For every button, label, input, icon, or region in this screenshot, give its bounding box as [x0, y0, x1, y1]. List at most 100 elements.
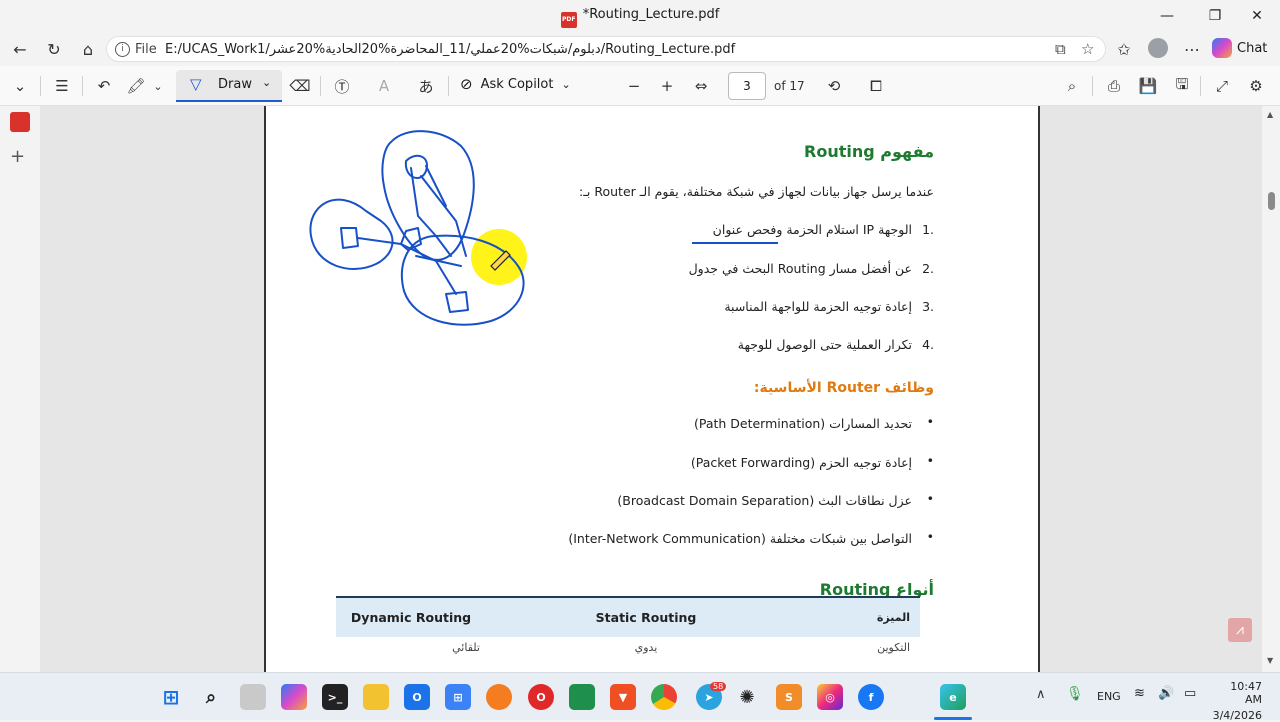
pdf-toolbar: ⌄ ☰ ↶ 🖍 ⌄ ▽ Draw ⌄ ⌫ Ⓣ A あ ⊘ Ask Copilot…: [0, 66, 1280, 106]
bullet-text: عزل نطاقات البث (Broadcast Domain Separa…: [617, 493, 912, 508]
favorite-star-icon[interactable]: ☆: [1081, 40, 1094, 58]
address-bar: ← ↻ ⌂ i File E:/UCAS_Work1/دبلوم/شبكات%2…: [0, 32, 1280, 66]
scroll-down-icon[interactable]: ▼: [1267, 656, 1273, 665]
url-box[interactable]: i File E:/UCAS_Work1/دبلوم/شبكات%20عملي/…: [106, 36, 1106, 62]
opera-icon[interactable]: O: [528, 684, 554, 710]
contents-icon[interactable]: ☰: [50, 75, 74, 97]
chevron-down-icon[interactable]: ⌄: [8, 75, 32, 97]
scroll-up-icon[interactable]: ▲: [1267, 110, 1273, 119]
pdf-viewer[interactable]: مفهوم Routing عندما يرسل جهاز بيانات لجه…: [40, 106, 1262, 672]
classroom-icon[interactable]: [569, 684, 595, 710]
clock[interactable]: 10:47 AM 3/4/2026: [1212, 680, 1262, 722]
profile-avatar[interactable]: [1146, 37, 1170, 59]
copilot-taskbar-icon[interactable]: [281, 684, 307, 710]
acrobat-icon[interactable]: ⩘: [1228, 618, 1252, 642]
copilot-chat-button[interactable]: Chat: [1212, 38, 1267, 58]
page-number-input[interactable]: 3: [728, 72, 766, 100]
language-indicator[interactable]: ENG: [1097, 690, 1121, 703]
draw-label: Draw: [218, 77, 252, 92]
draw-button[interactable]: ▽ Draw ⌄: [176, 70, 282, 102]
step-number: 1.: [922, 222, 934, 237]
clock-date: 3/4/2026: [1212, 709, 1262, 722]
wifi-icon[interactable]: ≋: [1134, 686, 1145, 701]
print-icon[interactable]: ⎙: [1102, 75, 1126, 97]
vertical-tab-sidebar: +: [0, 106, 40, 672]
pointer-highlight-circle: [471, 229, 527, 285]
chatgpt-icon[interactable]: ✺: [734, 684, 760, 710]
new-tab-plus-icon[interactable]: +: [10, 146, 25, 167]
copilot-dropdown-icon: ⌄: [561, 77, 571, 91]
step-text: تكرار العملية حتى الوصول للوجهة: [737, 337, 912, 352]
terminal-icon[interactable]: >_: [322, 684, 348, 710]
chat-label: Chat: [1237, 40, 1268, 56]
highlight-icon[interactable]: 🖍: [124, 75, 148, 97]
table-header-row: Dynamic Routing Static Routing الميزة: [336, 596, 920, 637]
maximize-button[interactable]: ❐: [1192, 0, 1238, 32]
sublime-icon[interactable]: S: [776, 684, 802, 710]
ink-drawing: [309, 130, 527, 326]
translate-icon[interactable]: あ: [414, 75, 438, 97]
scrollbar-thumb[interactable]: [1268, 192, 1275, 210]
close-button[interactable]: ✕: [1234, 0, 1280, 32]
draw-pen-icon: ▽: [190, 75, 202, 93]
vertical-scrollbar[interactable]: ▲ ▼: [1262, 106, 1280, 672]
file-explorer-icon[interactable]: [363, 684, 389, 710]
table-cell: تلقائي: [452, 640, 480, 654]
bullet-dot: •: [926, 491, 934, 506]
reading-mode-icon[interactable]: ⧉: [1055, 40, 1066, 58]
table-row: تلقائي يدوي التكوين: [336, 637, 920, 657]
read-aloud-icon[interactable]: A: [372, 75, 396, 97]
draw-dropdown-icon[interactable]: ⌄: [262, 76, 271, 89]
minimize-button[interactable]: —: [1144, 0, 1190, 32]
start-windows-icon[interactable]: ⊞: [158, 684, 184, 710]
full-screen-icon[interactable]: ⤢: [1210, 75, 1234, 97]
back-icon[interactable]: ←: [8, 38, 32, 60]
fit-page-icon[interactable]: ⇔: [689, 75, 713, 97]
text-box-icon[interactable]: Ⓣ: [330, 75, 354, 97]
clock-time: 10:47 AM: [1230, 680, 1262, 706]
table-cell: التكوين: [877, 640, 910, 654]
tray-chevron-up-icon[interactable]: ∧: [1036, 687, 1046, 702]
facebook-icon[interactable]: f: [858, 684, 884, 710]
instagram-icon[interactable]: ◎: [817, 684, 843, 710]
window-title-text: *Routing_Lecture.pdf: [582, 7, 720, 22]
rotate-icon[interactable]: ⟲: [822, 75, 846, 97]
brave-icon[interactable]: ▼: [610, 684, 636, 710]
settings-gear-icon[interactable]: ⚙: [1244, 75, 1268, 97]
bullet-text: إعادة توجيه الحزم (Packet Forwarding): [690, 455, 912, 470]
chrome-icon[interactable]: [651, 684, 677, 710]
save-as-icon[interactable]: 🖫: [1170, 75, 1194, 97]
bullet-dot: •: [926, 529, 934, 544]
home-icon[interactable]: ⌂: [76, 38, 100, 60]
search-icon[interactable]: ⌕: [1060, 75, 1084, 97]
url-scheme-label: File: [135, 42, 157, 57]
firefox-icon[interactable]: [486, 684, 512, 710]
zoom-out-icon[interactable]: −: [622, 75, 646, 97]
info-icon[interactable]: i: [115, 42, 130, 57]
edge-icon[interactable]: e: [940, 684, 966, 710]
task-view-icon[interactable]: [240, 684, 266, 710]
ask-copilot-button[interactable]: ⊘ Ask Copilot ⌄: [460, 75, 571, 93]
pdf-page: مفهوم Routing عندما يرسل جهاز بيانات لجه…: [264, 106, 1040, 672]
refresh-icon[interactable]: ↻: [42, 38, 66, 60]
more-menu-icon[interactable]: ⋯: [1180, 38, 1204, 60]
highlight-dropdown-icon[interactable]: ⌄: [150, 75, 166, 97]
copilot-icon: [1212, 38, 1232, 58]
zoom-in-icon[interactable]: +: [655, 75, 679, 97]
url-text[interactable]: E:/UCAS_Work1/دبلوم/شبكات%20عملي/11_المح…: [165, 42, 735, 57]
favorites-icon[interactable]: ✩: [1112, 38, 1136, 60]
eraser-icon[interactable]: ⌫: [288, 75, 312, 97]
volume-icon[interactable]: 🔊: [1158, 686, 1174, 701]
copilot-outline-icon: ⊘: [460, 75, 473, 93]
battery-icon[interactable]: ▭: [1184, 686, 1196, 701]
search-taskbar-icon[interactable]: ⌕: [198, 684, 224, 710]
microphone-icon[interactable]: 🎙: [1066, 686, 1084, 702]
page-view-icon[interactable]: ⧠: [864, 75, 888, 97]
pdf-tab-icon[interactable]: [10, 112, 30, 132]
step-text: استلام الحزمة وفحص عنوان IP الوجهة: [712, 222, 912, 237]
store-icon[interactable]: ⊞: [445, 684, 471, 710]
undo-icon[interactable]: ↶: [92, 75, 116, 97]
step-number: 3.: [922, 299, 934, 314]
save-icon[interactable]: 💾: [1136, 75, 1160, 97]
outlook-icon[interactable]: O: [404, 684, 430, 710]
